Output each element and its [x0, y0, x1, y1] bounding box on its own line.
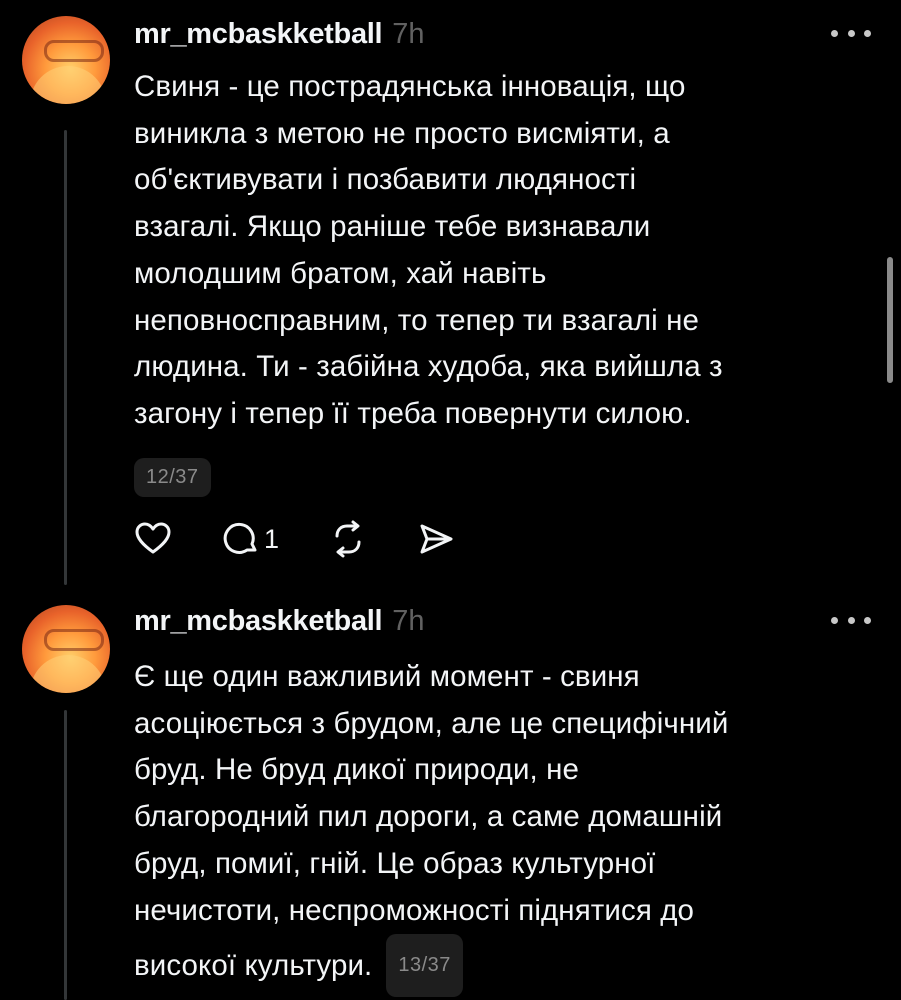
avatar-face	[30, 66, 106, 104]
username[interactable]: mr_mcbaskketball	[134, 18, 383, 51]
avatar-face	[30, 655, 106, 693]
avatar[interactable]	[22, 605, 110, 693]
thread-line	[64, 710, 67, 1000]
share-button[interactable]	[417, 520, 455, 558]
post-header: mr_mcbaskketball 7h	[134, 14, 901, 54]
repost-button[interactable]	[329, 520, 367, 558]
avatar-glasses	[44, 629, 104, 651]
thread-post: mr_mcbaskketball 7h Є ще один важливий м…	[0, 590, 901, 1000]
post-header: mr_mcbaskketball 7h	[134, 601, 901, 641]
timestamp: 7h	[392, 604, 425, 637]
thread-line	[64, 130, 67, 585]
post-text: Свиня - це пострадянська інновація, що в…	[134, 70, 723, 430]
timestamp: 7h	[392, 17, 425, 50]
repost-icon	[335, 520, 361, 558]
more-icon[interactable]	[831, 605, 871, 635]
username[interactable]: mr_mcbaskketball	[134, 605, 383, 638]
post-text: Є ще один важливий момент - свиня асоцію…	[134, 654, 869, 997]
reply-count: 1	[264, 523, 280, 554]
avatar-glasses	[44, 40, 104, 62]
thread-counter: 13/37	[386, 934, 463, 997]
heart-icon	[135, 522, 171, 554]
thread-post: mr_mcbaskketball 7h Свиня - це пострадян…	[0, 0, 901, 590]
thread-counter: 12/37	[134, 458, 211, 497]
avatar[interactable]	[22, 16, 110, 104]
reply-button[interactable]: 1	[222, 520, 279, 558]
action-bar: 1	[134, 519, 505, 559]
comment-icon	[223, 522, 257, 554]
scrollbar[interactable]	[887, 257, 893, 383]
send-icon	[420, 524, 453, 554]
more-icon[interactable]	[831, 18, 871, 48]
like-button[interactable]	[134, 520, 172, 558]
